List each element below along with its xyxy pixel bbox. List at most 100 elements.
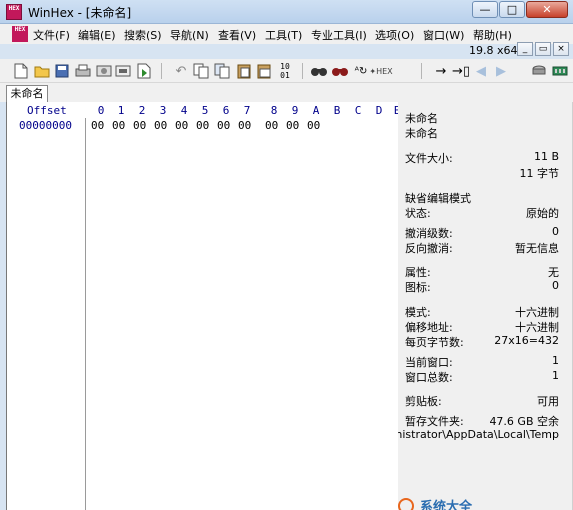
window-total-value: 1 <box>552 369 559 382</box>
menu-tools[interactable]: 工具(T) <box>265 27 302 43</box>
file-size-bytes: 11 字节 <box>519 167 560 180</box>
hex-byte[interactable]: 00 <box>307 119 320 132</box>
hex-editor[interactable]: Offset 0 1 2 3 4 5 6 7 8 9 A B C D E 000… <box>6 102 400 510</box>
clipboard-label: 剪贴板: <box>405 395 442 408</box>
column-header: 2 <box>138 104 146 117</box>
current-window-label: 当前窗口: <box>405 356 453 369</box>
menu-specialist-tools[interactable]: 专业工具(I) <box>311 27 367 43</box>
menu-edit[interactable]: 编辑(E) <box>78 27 116 43</box>
undo-level-value: 0 <box>552 225 559 238</box>
row-offset: 00000000 <box>19 119 72 132</box>
column-header: 8 <box>270 104 278 117</box>
hex-byte[interactable]: 00 <box>112 119 125 132</box>
find-text-icon[interactable] <box>310 62 328 80</box>
hex-byte[interactable]: 00 <box>217 119 230 132</box>
temp-folder-path: inistrator\AppData\Local\Temp <box>398 428 559 441</box>
paste-icon[interactable] <box>235 62 253 80</box>
execute-icon[interactable] <box>135 62 153 80</box>
watermark-text: 系统大全 <box>420 500 473 510</box>
undo-icon[interactable]: ↶ <box>172 62 190 80</box>
document-menu-icon[interactable]: HEX <box>12 26 28 42</box>
hex-byte[interactable]: 00 <box>286 119 299 132</box>
disk-icon[interactable] <box>530 62 548 80</box>
state-label: 状态: <box>405 207 431 220</box>
bytes-per-page-label: 每页字节数: <box>405 336 464 349</box>
clipboard-value: 可用 <box>537 395 559 408</box>
window-title: WinHex - [未命名] <box>28 6 132 20</box>
open-disk-icon[interactable] <box>114 62 132 80</box>
close-button[interactable]: ✕ <box>526 1 568 18</box>
hex-byte[interactable]: 00 <box>91 119 104 132</box>
menu-window[interactable]: 窗口(W) <box>423 27 464 43</box>
winhex-logo-icon: HEX <box>6 4 22 20</box>
hex-byte[interactable]: 00 <box>196 119 209 132</box>
hex-byte[interactable]: 00 <box>238 119 251 132</box>
temp-folder-label: 暂存文件夹: <box>405 415 464 428</box>
replace-hex-icon[interactable]: ✦HEX <box>369 62 392 80</box>
info-panel: 未命名 未命名 文件大小: 11 B 11 字节 缺省编辑模式 状态: 原始的 … <box>398 102 573 510</box>
file-size-value: 11 B <box>533 150 559 163</box>
copy-block-icon[interactable] <box>213 62 231 80</box>
forward-icon[interactable]: ▶ <box>492 62 510 80</box>
menu-file[interactable]: 文件(F) <box>33 27 70 43</box>
menu-navigation[interactable]: 导航(N) <box>170 27 209 43</box>
offset-address-label: 偏移地址: <box>405 321 453 334</box>
hex-byte[interactable]: 00 <box>265 119 278 132</box>
bytes-per-page-value: 27x16=432 <box>494 334 559 347</box>
goto-sector-icon[interactable]: →▯ <box>452 62 470 80</box>
minimize-button[interactable]: — <box>472 1 498 18</box>
save-icon[interactable] <box>53 62 71 80</box>
column-header: A <box>312 104 320 117</box>
replace-text-icon[interactable]: ᴬ↻ <box>352 62 370 80</box>
open-file-icon[interactable] <box>33 62 51 80</box>
menu-search[interactable]: 搜索(S) <box>124 27 162 43</box>
menu-options[interactable]: 选项(O) <box>375 27 414 43</box>
column-header: 4 <box>180 104 188 117</box>
mdi-close-button[interactable]: × <box>553 42 569 56</box>
window-total-label: 窗口总数: <box>405 371 453 384</box>
attribute-label: 属性: <box>405 266 431 279</box>
menu-help[interactable]: 帮助(H) <box>473 27 512 43</box>
back-icon[interactable]: ◀ <box>472 62 490 80</box>
icon-label: 图标: <box>405 281 431 294</box>
maximize-button[interactable]: □ <box>499 1 525 18</box>
goto-offset-icon[interactable]: → <box>432 62 450 80</box>
tab-strip: 未命名 <box>0 83 573 102</box>
current-window-value: 1 <box>552 354 559 367</box>
ram-icon[interactable] <box>551 62 569 80</box>
column-header: 9 <box>291 104 299 117</box>
state-value: 原始的 <box>526 207 559 220</box>
column-header: 1 <box>117 104 125 117</box>
paste-write-icon[interactable] <box>255 62 273 80</box>
column-header: 5 <box>201 104 209 117</box>
tab-untitled[interactable]: 未命名 <box>6 85 48 102</box>
offset-header: Offset <box>27 104 67 117</box>
watermark: 系统大全 <box>398 496 573 510</box>
print-icon[interactable] <box>74 62 92 80</box>
convert-icon[interactable]: 10 01 <box>276 62 294 80</box>
watermark-logo-icon <box>398 498 414 510</box>
file-size-label: 文件大小: <box>405 152 453 165</box>
attribute-value: 无 <box>548 266 559 279</box>
hex-byte[interactable]: 00 <box>133 119 146 132</box>
undo-level-label: 撤消级数: <box>405 227 453 240</box>
new-file-icon[interactable] <box>12 62 30 80</box>
hex-byte[interactable]: 00 <box>154 119 167 132</box>
menu-view[interactable]: 查看(V) <box>218 27 256 43</box>
column-header: 6 <box>222 104 230 117</box>
icon-value: 0 <box>552 279 559 292</box>
menu-bar: HEX 文件(F) 编辑(E) 搜索(S) 导航(N) 查看(V) 工具(T) … <box>0 24 573 44</box>
copy-icon[interactable] <box>192 62 210 80</box>
column-header: 3 <box>159 104 167 117</box>
properties-icon[interactable] <box>95 62 113 80</box>
file-path: 未命名 <box>405 127 438 140</box>
column-header: 0 <box>97 104 105 117</box>
default-edit-mode-label: 缺省编辑模式 <box>405 192 471 205</box>
find-hex-icon[interactable] <box>331 62 349 80</box>
mdi-restore-button[interactable]: ▭ <box>535 42 551 56</box>
hex-byte[interactable]: 00 <box>175 119 188 132</box>
column-header: C <box>354 104 362 117</box>
mdi-minimize-button[interactable]: _ <box>517 42 533 56</box>
mode-value: 十六进制 <box>515 306 559 319</box>
title-bar: HEX WinHex - [未命名] — □ ✕ <box>0 0 573 24</box>
